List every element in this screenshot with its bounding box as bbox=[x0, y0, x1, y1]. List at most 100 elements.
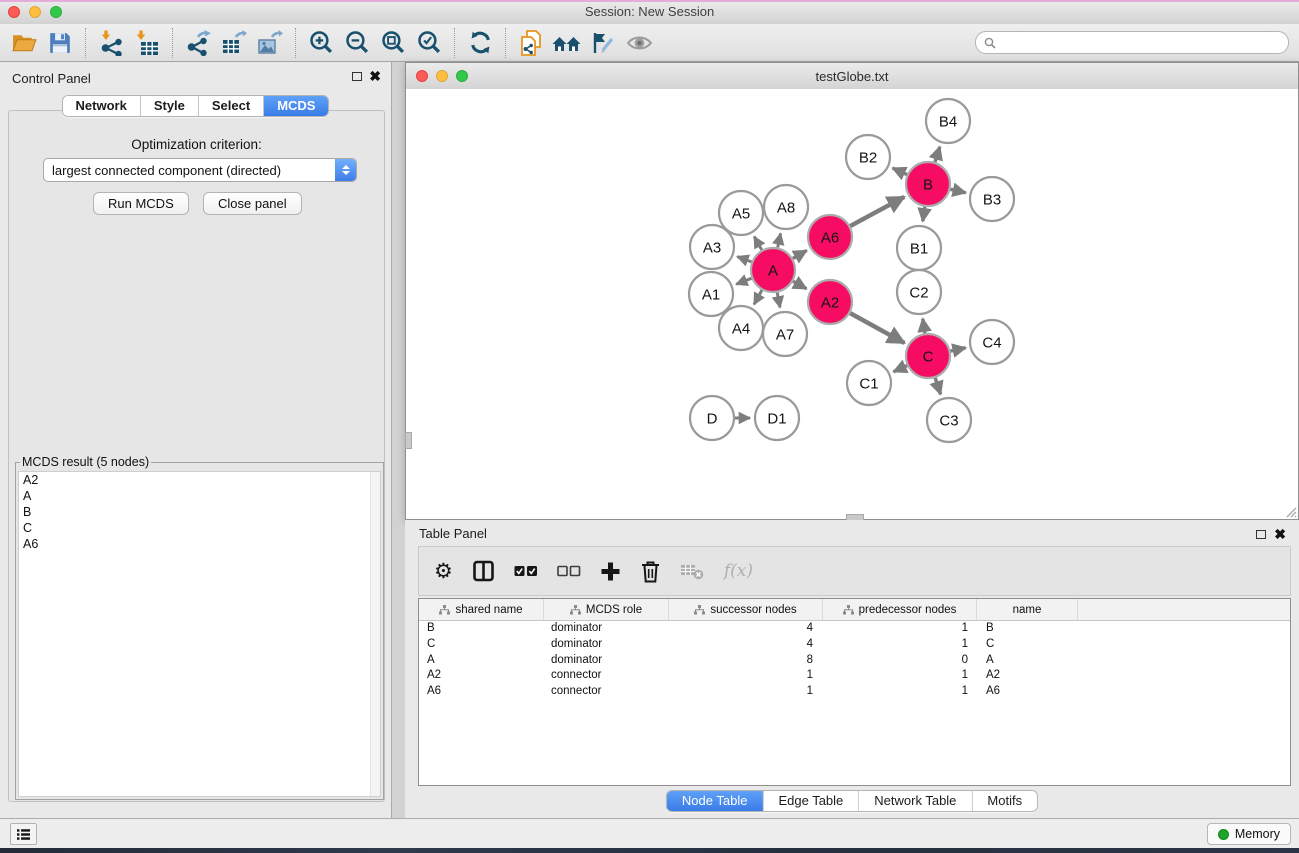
mcds-result-list[interactable]: A2ABCA6 bbox=[18, 471, 381, 797]
graph-edge-A6-B[interactable] bbox=[850, 197, 904, 226]
desktop-background-strip bbox=[0, 848, 1299, 853]
trash-icon bbox=[640, 560, 661, 583]
column-label: successor nodes bbox=[710, 604, 796, 616]
tab-network-table[interactable]: Network Table bbox=[859, 791, 972, 811]
table-row[interactable]: A2connector11A2 bbox=[419, 668, 1290, 684]
table-row[interactable]: Adominator80A bbox=[419, 653, 1290, 669]
column-header-predecessor-nodes[interactable]: predecessor nodes bbox=[823, 599, 977, 620]
graph-edge-B-B1[interactable] bbox=[923, 207, 925, 221]
result-list-item[interactable]: A bbox=[19, 488, 380, 504]
graph-edge-A-A4[interactable] bbox=[754, 290, 762, 304]
graph-edge-B-B3[interactable] bbox=[950, 189, 965, 193]
first-neighbors-button[interactable] bbox=[549, 27, 585, 59]
table-cell: C bbox=[977, 637, 1078, 653]
graph-edge-A-A2[interactable] bbox=[793, 281, 806, 289]
graph-edge-A-A1[interactable] bbox=[736, 278, 751, 284]
export-table-button[interactable] bbox=[216, 27, 252, 59]
column-label: MCDS role bbox=[586, 604, 642, 616]
column-header-shared-name[interactable]: shared name bbox=[419, 599, 544, 620]
table-options-button[interactable]: ⚙ bbox=[434, 561, 453, 582]
save-session-button[interactable] bbox=[42, 27, 78, 59]
graph-edge-A-A8[interactable] bbox=[778, 233, 781, 247]
network-canvas[interactable]: AA1A2A3A4A5A6A7A8BB1B2B3B4CC1C2C3C4DD1 bbox=[406, 89, 1298, 519]
float-panel-button[interactable] bbox=[352, 72, 362, 81]
tab-motifs[interactable]: Motifs bbox=[972, 791, 1037, 811]
result-list-item[interactable]: A2 bbox=[19, 472, 380, 488]
tab-edge-table[interactable]: Edge Table bbox=[763, 791, 859, 811]
graph-edge-C-C1[interactable] bbox=[894, 366, 908, 372]
column-header-mcds-role[interactable]: MCDS role bbox=[544, 599, 669, 620]
tab-style[interactable]: Style bbox=[141, 96, 199, 116]
table-row[interactable]: Bdominator41B bbox=[419, 621, 1290, 637]
network-view-window: testGlobe.txt AA1A2A3A4A5A6A7A8BB1B2B3B4… bbox=[405, 62, 1299, 520]
export-image-button[interactable] bbox=[252, 27, 288, 59]
unselect-all-columns-button[interactable] bbox=[557, 565, 581, 578]
tab-network[interactable]: Network bbox=[63, 96, 141, 116]
tab-node-table[interactable]: Node Table bbox=[667, 791, 764, 811]
graph-edge-A-A3[interactable] bbox=[737, 257, 751, 262]
table-cell: dominator bbox=[544, 637, 669, 653]
unchecked-boxes-icon bbox=[557, 565, 581, 578]
table-row[interactable]: A6connector11A6 bbox=[419, 684, 1290, 700]
delete-columns-button[interactable] bbox=[640, 560, 661, 583]
network-graph[interactable]: AA1A2A3A4A5A6A7A8BB1B2B3B4CC1C2C3C4DD1 bbox=[406, 89, 1298, 519]
network-window-titlebar[interactable]: testGlobe.txt bbox=[406, 63, 1298, 90]
column-header-successor-nodes[interactable]: successor nodes bbox=[669, 599, 823, 620]
window-resize-grip[interactable] bbox=[1283, 504, 1297, 518]
search-input[interactable] bbox=[1001, 35, 1280, 51]
float-table-panel-button[interactable] bbox=[1256, 530, 1266, 539]
zoom-in-button[interactable] bbox=[303, 27, 339, 59]
eye-icon bbox=[626, 32, 653, 54]
result-list-scrollbar[interactable] bbox=[370, 472, 380, 796]
run-mcds-button[interactable]: Run MCDS bbox=[93, 192, 189, 215]
hide-graphics-details-button[interactable] bbox=[585, 27, 621, 59]
result-list-item[interactable]: B bbox=[19, 504, 380, 520]
show-column-button[interactable] bbox=[472, 560, 495, 582]
export-network-button[interactable] bbox=[180, 27, 216, 59]
table-cell: C bbox=[419, 637, 544, 653]
result-list-item[interactable]: A6 bbox=[19, 536, 380, 552]
function-builder-button: f(x) bbox=[724, 561, 753, 581]
import-table-button[interactable] bbox=[129, 27, 165, 59]
open-file-button[interactable] bbox=[6, 27, 42, 59]
zoom-selected-button[interactable] bbox=[411, 27, 447, 59]
tab-mcds[interactable]: MCDS bbox=[264, 96, 328, 116]
graph-edge-A2-C[interactable] bbox=[850, 313, 904, 343]
show-task-history-button[interactable] bbox=[10, 823, 37, 845]
column-header-name[interactable]: name bbox=[977, 599, 1078, 620]
graph-edge-C-C2[interactable] bbox=[923, 319, 925, 333]
show-graphics-details-button bbox=[621, 27, 657, 59]
graph-edge-A-A6[interactable] bbox=[793, 251, 807, 259]
graph-node-label: B2 bbox=[859, 149, 877, 166]
zoom-out-button[interactable] bbox=[339, 27, 375, 59]
close-panel-button[interactable]: ✖ bbox=[369, 67, 381, 85]
import-network-button[interactable] bbox=[93, 27, 129, 59]
node-table-body: Bdominator41BCdominator41CAdominator80AA… bbox=[419, 621, 1290, 700]
close-panel-button-inner[interactable]: Close panel bbox=[203, 192, 302, 215]
tab-select[interactable]: Select bbox=[199, 96, 264, 116]
graph-edge-A-A5[interactable] bbox=[754, 237, 762, 250]
memory-button[interactable]: Memory bbox=[1207, 823, 1291, 845]
main-toolbar bbox=[0, 24, 1299, 62]
apply-layout-button[interactable] bbox=[462, 27, 498, 59]
graph-edge-A-A7[interactable] bbox=[777, 293, 780, 308]
column-label: shared name bbox=[455, 604, 522, 616]
toolbar-separator bbox=[454, 28, 455, 58]
select-all-columns-button[interactable] bbox=[514, 565, 538, 578]
graph-edge-C-C3[interactable] bbox=[935, 378, 940, 394]
splitter-handle-vertical[interactable] bbox=[405, 432, 412, 449]
graph-edge-B-B4[interactable] bbox=[935, 147, 940, 162]
criterion-dropdown[interactable]: largest connected component (directed) bbox=[43, 158, 357, 182]
graph-edge-C-C4[interactable] bbox=[950, 348, 965, 351]
close-table-panel-button[interactable]: ✖ bbox=[1274, 525, 1286, 543]
create-column-button[interactable] bbox=[600, 561, 621, 582]
duplicate-network-button[interactable] bbox=[513, 27, 549, 59]
table-row[interactable]: Cdominator41C bbox=[419, 637, 1290, 653]
table-cell: B bbox=[419, 621, 544, 637]
zoom-fit-button[interactable] bbox=[375, 27, 411, 59]
graph-node-label: D1 bbox=[767, 410, 786, 427]
graph-edge-B-B2[interactable] bbox=[893, 168, 907, 174]
refresh-icon bbox=[468, 30, 493, 55]
graph-node-label: A bbox=[768, 262, 778, 279]
result-list-item[interactable]: C bbox=[19, 520, 380, 536]
